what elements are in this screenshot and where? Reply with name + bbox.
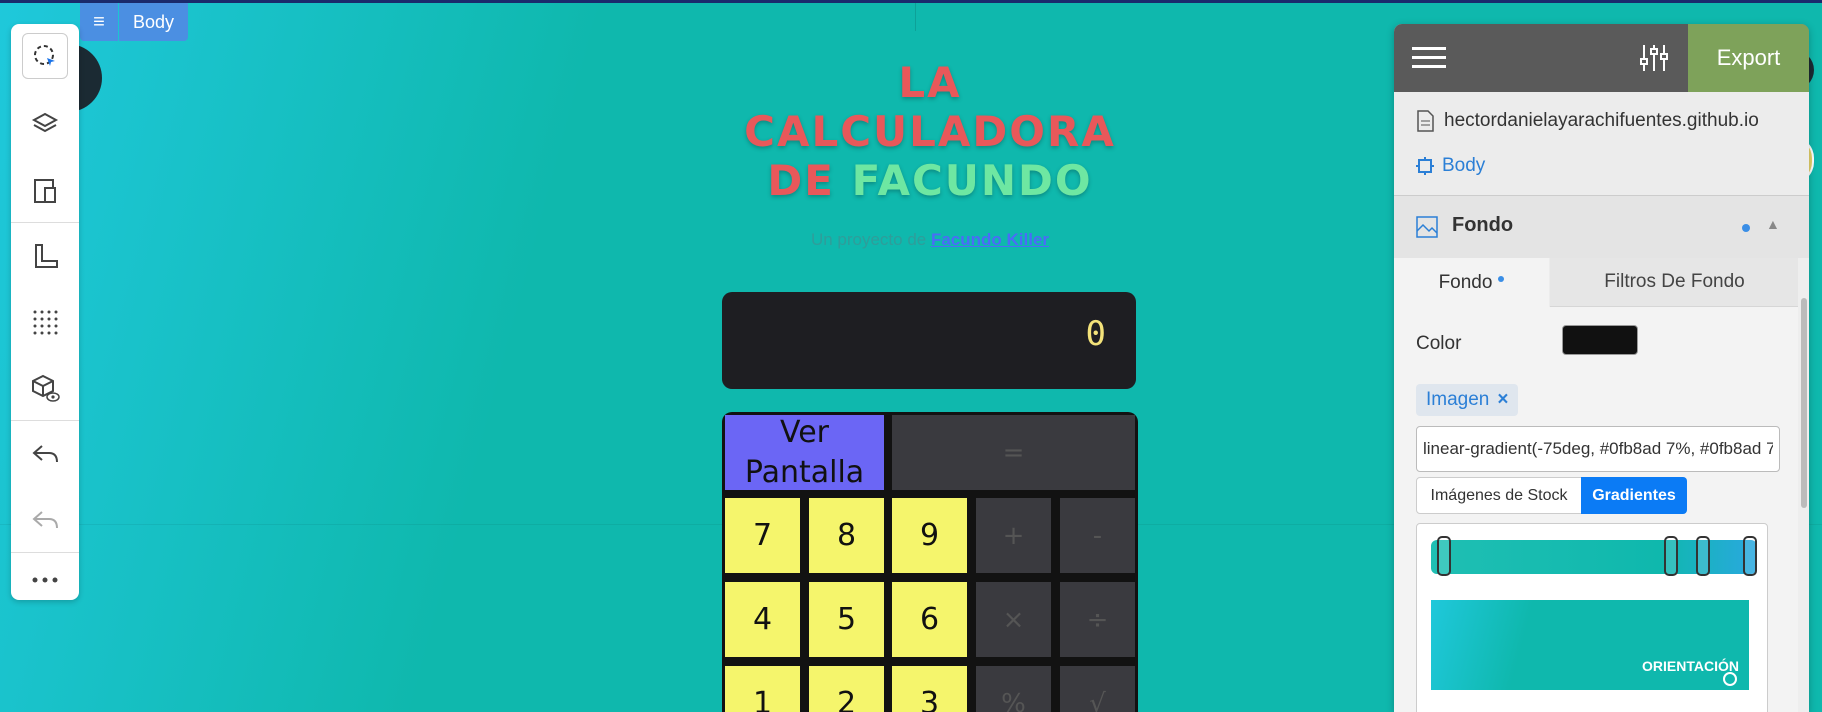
select-element-icon[interactable] <box>22 33 68 79</box>
subtitle-prefix: Un proyecto de <box>810 230 931 249</box>
responsive-devices-icon[interactable] <box>11 164 79 216</box>
gradient-editor: ORIENTACIÓN <box>1416 523 1768 712</box>
calculator-keypad: Ver Pantalla = 7 8 9 + - 4 5 6 × ÷ 1 2 3… <box>722 412 1138 712</box>
orientation-label: ORIENTACIÓN <box>1642 658 1739 674</box>
panel-scrollbar[interactable] <box>1798 258 1809 712</box>
divide-button[interactable]: ÷ <box>1060 582 1135 657</box>
tab-modified-dot <box>1498 275 1505 282</box>
display-value: 0 <box>1085 314 1106 354</box>
equals-button[interactable]: = <box>892 415 1135 490</box>
tab-fondo[interactable]: Fondo <box>1394 258 1549 307</box>
layers-icon[interactable] <box>11 98 79 150</box>
gradient-stop-handle[interactable] <box>1696 536 1710 576</box>
key-8[interactable]: 8 <box>809 498 884 573</box>
key-2[interactable]: 2 <box>809 666 884 712</box>
stock-images-button[interactable]: Imágenes de Stock <box>1416 477 1582 514</box>
key-1[interactable]: 1 <box>725 666 800 712</box>
element-chip-icon <box>1416 157 1434 175</box>
color-swatch[interactable] <box>1562 325 1638 355</box>
image-chip-label: Imagen <box>1426 389 1490 410</box>
undo-icon[interactable] <box>11 428 79 480</box>
left-toolbar <box>11 24 79 600</box>
toolbar-divider <box>11 420 79 421</box>
3d-view-icon[interactable] <box>11 362 79 414</box>
key-6[interactable]: 6 <box>892 582 967 657</box>
title-line-3-prefix: DE <box>767 156 852 205</box>
gradient-preview[interactable]: ORIENTACIÓN <box>1431 600 1749 690</box>
remove-image-icon[interactable]: × <box>1497 389 1508 411</box>
style-panel: Export hectordanielayarachifuentes.githu… <box>1394 24 1809 712</box>
element-breadcrumb[interactable]: ≡ Body <box>80 3 189 41</box>
gradient-stop-handle[interactable] <box>1437 536 1451 576</box>
selected-element-label[interactable]: Body <box>1442 155 1485 177</box>
site-name: hectordanielayarachifuentes.github.io <box>1444 110 1759 131</box>
key-7[interactable]: 7 <box>725 498 800 573</box>
hamburger-menu-icon[interactable]: ≡ <box>80 3 118 41</box>
ver-pantalla-line2: Pantalla <box>744 454 865 490</box>
select-tool[interactable] <box>11 30 79 82</box>
ver-pantalla-line1: Ver <box>780 414 829 450</box>
key-3[interactable]: 3 <box>892 666 967 712</box>
tab-fondo-label: Fondo <box>1438 271 1493 293</box>
collapse-caret-icon[interactable]: ▲ <box>1766 216 1780 232</box>
image-layer-chip[interactable]: Imagen × <box>1416 384 1519 416</box>
panel-menu-icon[interactable] <box>1412 46 1446 75</box>
title-line-2: CALCULADORA <box>744 107 1116 156</box>
subtitle: Un proyecto de Facundo Killer <box>700 230 1160 250</box>
grid-icon[interactable] <box>11 296 79 348</box>
modified-indicator <box>1742 224 1750 232</box>
gradients-button[interactable]: Gradientes <box>1581 477 1687 514</box>
export-button[interactable]: Export <box>1688 24 1809 92</box>
selected-element-link[interactable]: Body <box>1416 155 1485 177</box>
calculator-display: 0 <box>722 292 1136 389</box>
gradient-stops-bar[interactable] <box>1431 536 1757 576</box>
redo-icon[interactable] <box>11 494 79 546</box>
author-link[interactable]: Facundo Killer <box>931 230 1049 249</box>
fondo-tabs: Fondo Filtros De Fondo <box>1394 258 1799 307</box>
background-icon <box>1416 216 1438 243</box>
percent-button[interactable]: % <box>976 666 1051 712</box>
ruler-icon[interactable] <box>11 230 79 282</box>
color-label: Color <box>1416 333 1462 354</box>
fondo-tab-content: Color Imagen × Imágenes de Stock Gradien… <box>1394 307 1799 712</box>
minus-button[interactable]: - <box>1060 498 1135 573</box>
key-4[interactable]: 4 <box>725 582 800 657</box>
page-title: LA CALCULADORA DE FACUNDO <box>700 58 1160 205</box>
multiply-button[interactable]: × <box>976 582 1051 657</box>
key-5[interactable]: 5 <box>809 582 884 657</box>
title-line-1: LA <box>898 58 962 107</box>
ver-pantalla-button[interactable]: Ver Pantalla <box>725 415 884 490</box>
sqrt-button[interactable]: √ <box>1060 666 1135 712</box>
toolbar-divider <box>11 552 79 553</box>
key-9[interactable]: 9 <box>892 498 967 573</box>
top-border <box>0 0 1822 3</box>
gradient-stop-handle[interactable] <box>1664 536 1678 576</box>
toolbar-divider <box>11 222 79 223</box>
scrollbar-thumb[interactable] <box>1801 298 1807 508</box>
panel-header: Export <box>1394 24 1809 92</box>
title-line-3-name: FACUNDO <box>851 156 1093 205</box>
more-icon[interactable] <box>11 554 79 606</box>
breadcrumb-label[interactable]: Body <box>119 3 189 41</box>
document-icon <box>1417 110 1434 132</box>
fondo-section-title: Fondo <box>1452 214 1514 236</box>
orientation-handle[interactable] <box>1723 672 1737 686</box>
site-breadcrumb: hectordanielayarachifuentes.github.io <box>1416 110 1759 132</box>
tab-filtros-de-fondo[interactable]: Filtros De Fondo <box>1550 258 1799 307</box>
gradient-stop-handle[interactable] <box>1743 536 1757 576</box>
gradient-input[interactable] <box>1416 426 1780 472</box>
canvas-guide-line <box>915 3 916 31</box>
sliders-icon[interactable] <box>1638 42 1670 79</box>
fondo-section-header[interactable]: Fondo ▲ <box>1394 196 1809 258</box>
plus-button[interactable]: + <box>976 498 1051 573</box>
